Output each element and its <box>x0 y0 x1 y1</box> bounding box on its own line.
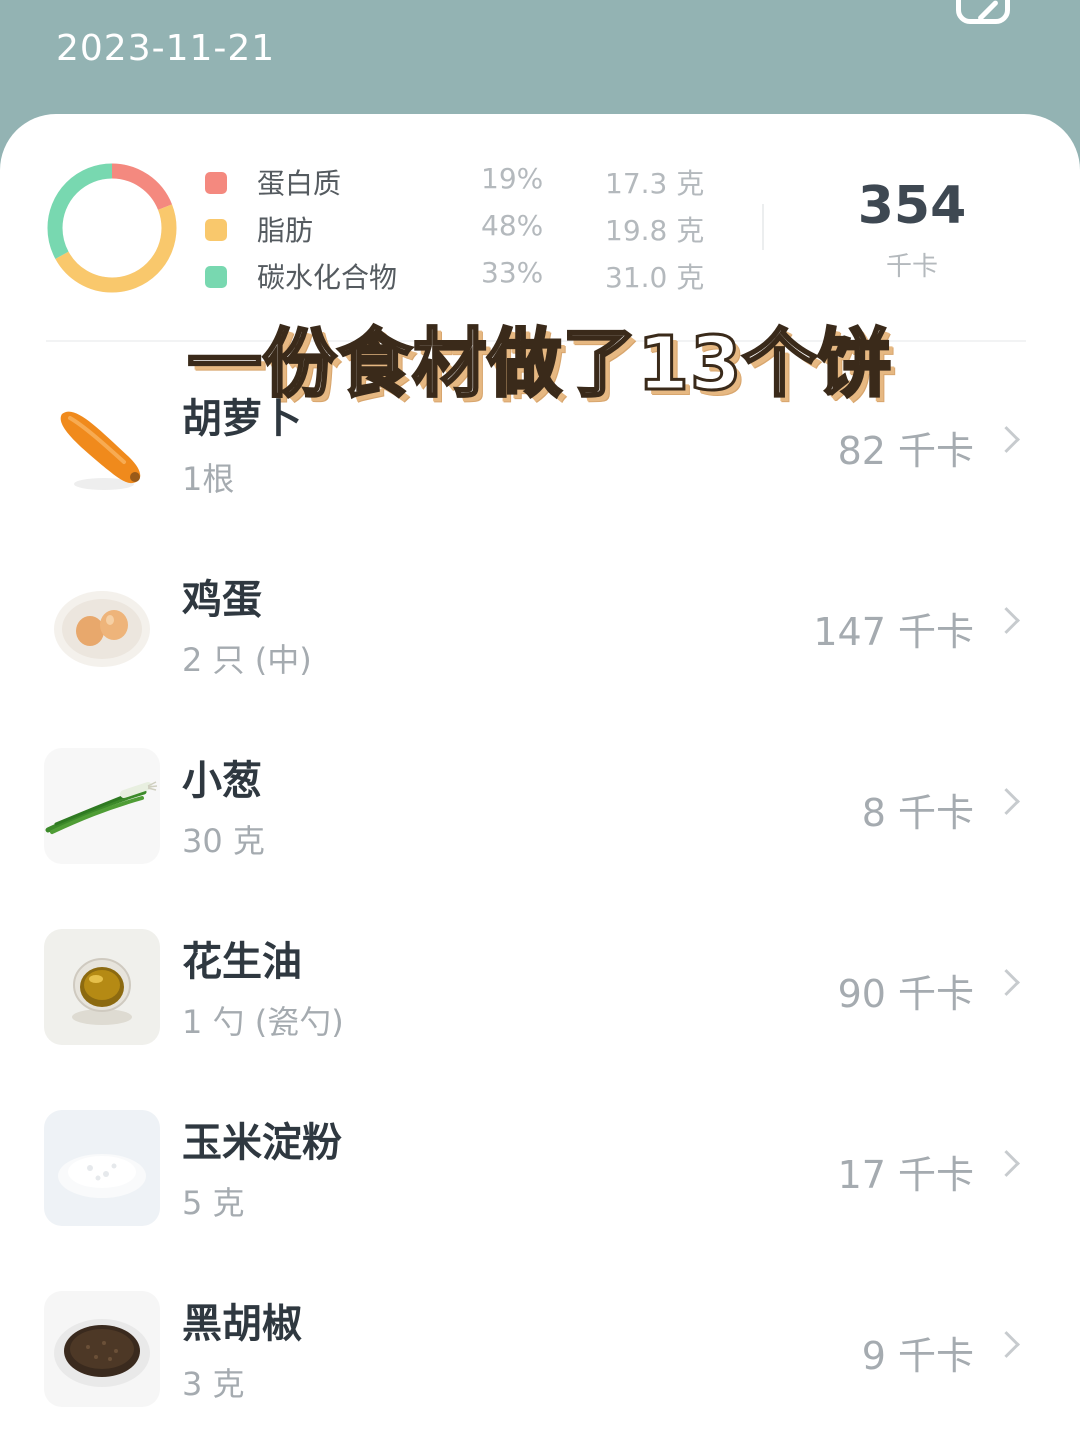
food-name: 花生油 <box>182 939 302 985</box>
carrot-image <box>44 386 160 502</box>
food-calories: 8 千卡 <box>861 791 974 835</box>
macro-percent: 33% <box>481 256 544 289</box>
macro-name: 碳水化合物 <box>257 261 398 294</box>
food-name: 胡萝卜 <box>182 396 302 442</box>
chevron-right-icon <box>993 788 1020 815</box>
macro-row-carbs: 碳水化合物 33% 31.0 克 <box>205 256 725 303</box>
chevron-right-icon <box>993 1331 1020 1358</box>
macro-percent: 19% <box>481 162 544 195</box>
pepper-image <box>44 1291 160 1407</box>
food-calories: 90 千卡 <box>837 972 974 1016</box>
macro-grams: 17.3 克 <box>605 167 705 200</box>
food-item-scallion[interactable]: 小葱 30 克 8 千卡 <box>0 732 1080 882</box>
carbs-color-swatch <box>205 266 227 288</box>
food-name: 黑胡椒 <box>182 1301 302 1347</box>
macro-row-fat: 脂肪 48% 19.8 克 <box>205 209 725 256</box>
food-name: 玉米淀粉 <box>182 1120 342 1166</box>
food-calories: 17 千卡 <box>837 1153 974 1197</box>
macro-donut-chart <box>47 163 177 293</box>
food-item-carrot[interactable]: 胡萝卜 1根 82 千卡 <box>0 370 1080 520</box>
food-amount: 3 克 <box>182 1365 245 1403</box>
food-item-peanut-oil[interactable]: 花生油 1 勺 (瓷勺) 90 千卡 <box>0 913 1080 1063</box>
egg-image <box>44 567 160 683</box>
cornstarch-image <box>44 1110 160 1226</box>
date-label: 2023-11-21 <box>56 28 276 69</box>
oil-image <box>44 929 160 1045</box>
fat-color-swatch <box>205 219 227 241</box>
food-calories: 82 千卡 <box>837 429 974 473</box>
macro-name: 脂肪 <box>257 214 314 247</box>
scallion-image <box>44 748 160 864</box>
food-amount: 5 克 <box>182 1184 245 1222</box>
chevron-right-icon <box>993 969 1020 996</box>
edit-button[interactable] <box>956 0 1010 24</box>
macro-row-protein: 蛋白质 19% 17.3 克 <box>205 162 725 209</box>
total-calories: 354 <box>857 176 967 236</box>
summary-divider <box>762 204 764 250</box>
food-amount: 2 只 (中) <box>182 641 312 679</box>
chevron-right-icon <box>993 607 1020 634</box>
macro-name: 蛋白质 <box>257 167 342 200</box>
macro-grams: 19.8 克 <box>605 214 705 247</box>
chevron-right-icon <box>993 426 1020 453</box>
chevron-right-icon <box>993 1150 1020 1177</box>
food-amount: 1根 <box>182 460 235 498</box>
total-calories-unit: 千卡 <box>885 252 938 282</box>
food-calories: 9 千卡 <box>861 1334 974 1378</box>
nutrition-card: 蛋白质 19% 17.3 克 脂肪 48% 19.8 克 碳水化合物 33% 3… <box>0 114 1080 1454</box>
protein-color-swatch <box>205 172 227 194</box>
food-amount: 30 克 <box>182 822 265 860</box>
food-amount: 1 勺 (瓷勺) <box>182 1003 344 1041</box>
food-item-black-pepper[interactable]: 黑胡椒 3 克 9 千卡 <box>0 1275 1080 1425</box>
food-calories: 147 千卡 <box>813 610 974 654</box>
food-name: 小葱 <box>182 758 262 804</box>
macro-grams: 31.0 克 <box>605 261 705 294</box>
food-name: 鸡蛋 <box>182 577 262 623</box>
food-item-cornstarch[interactable]: 玉米淀粉 5 克 17 千卡 <box>0 1094 1080 1244</box>
macro-percent: 48% <box>481 209 544 242</box>
macro-list: 蛋白质 19% 17.3 克 脂肪 48% 19.8 克 碳水化合物 33% 3… <box>205 162 725 303</box>
food-item-egg[interactable]: 鸡蛋 2 只 (中) 147 千卡 <box>0 551 1080 701</box>
